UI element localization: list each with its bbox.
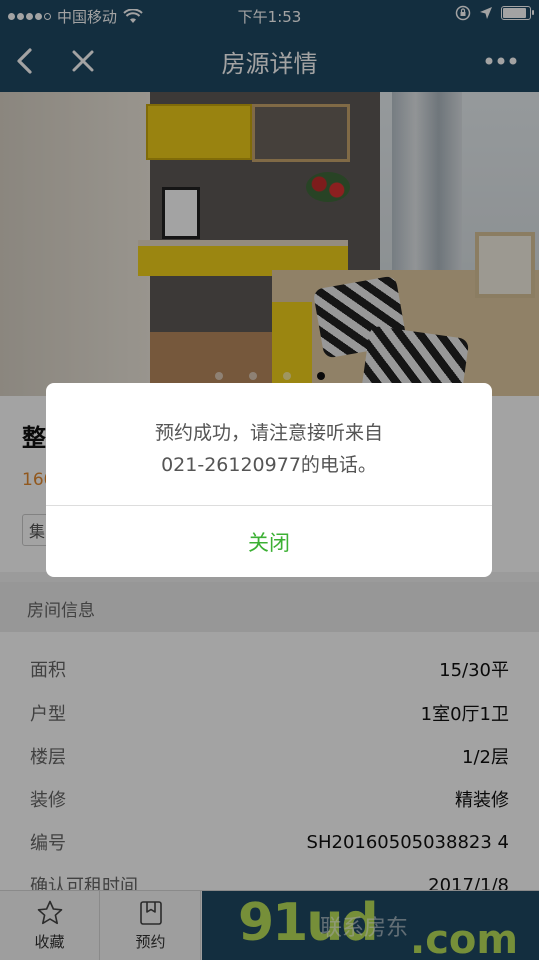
- dialog-message: 预约成功，请注意接听来自 021-26120977的电话。: [66, 417, 472, 481]
- dialog-close-button[interactable]: 关闭: [46, 506, 492, 577]
- dialog-message-line1: 预约成功，请注意接听来自: [154, 422, 383, 444]
- dialog-message-line2: 021-26120977的电话。: [161, 454, 377, 476]
- booking-success-dialog: 预约成功，请注意接听来自 021-26120977的电话。 关闭: [46, 383, 492, 577]
